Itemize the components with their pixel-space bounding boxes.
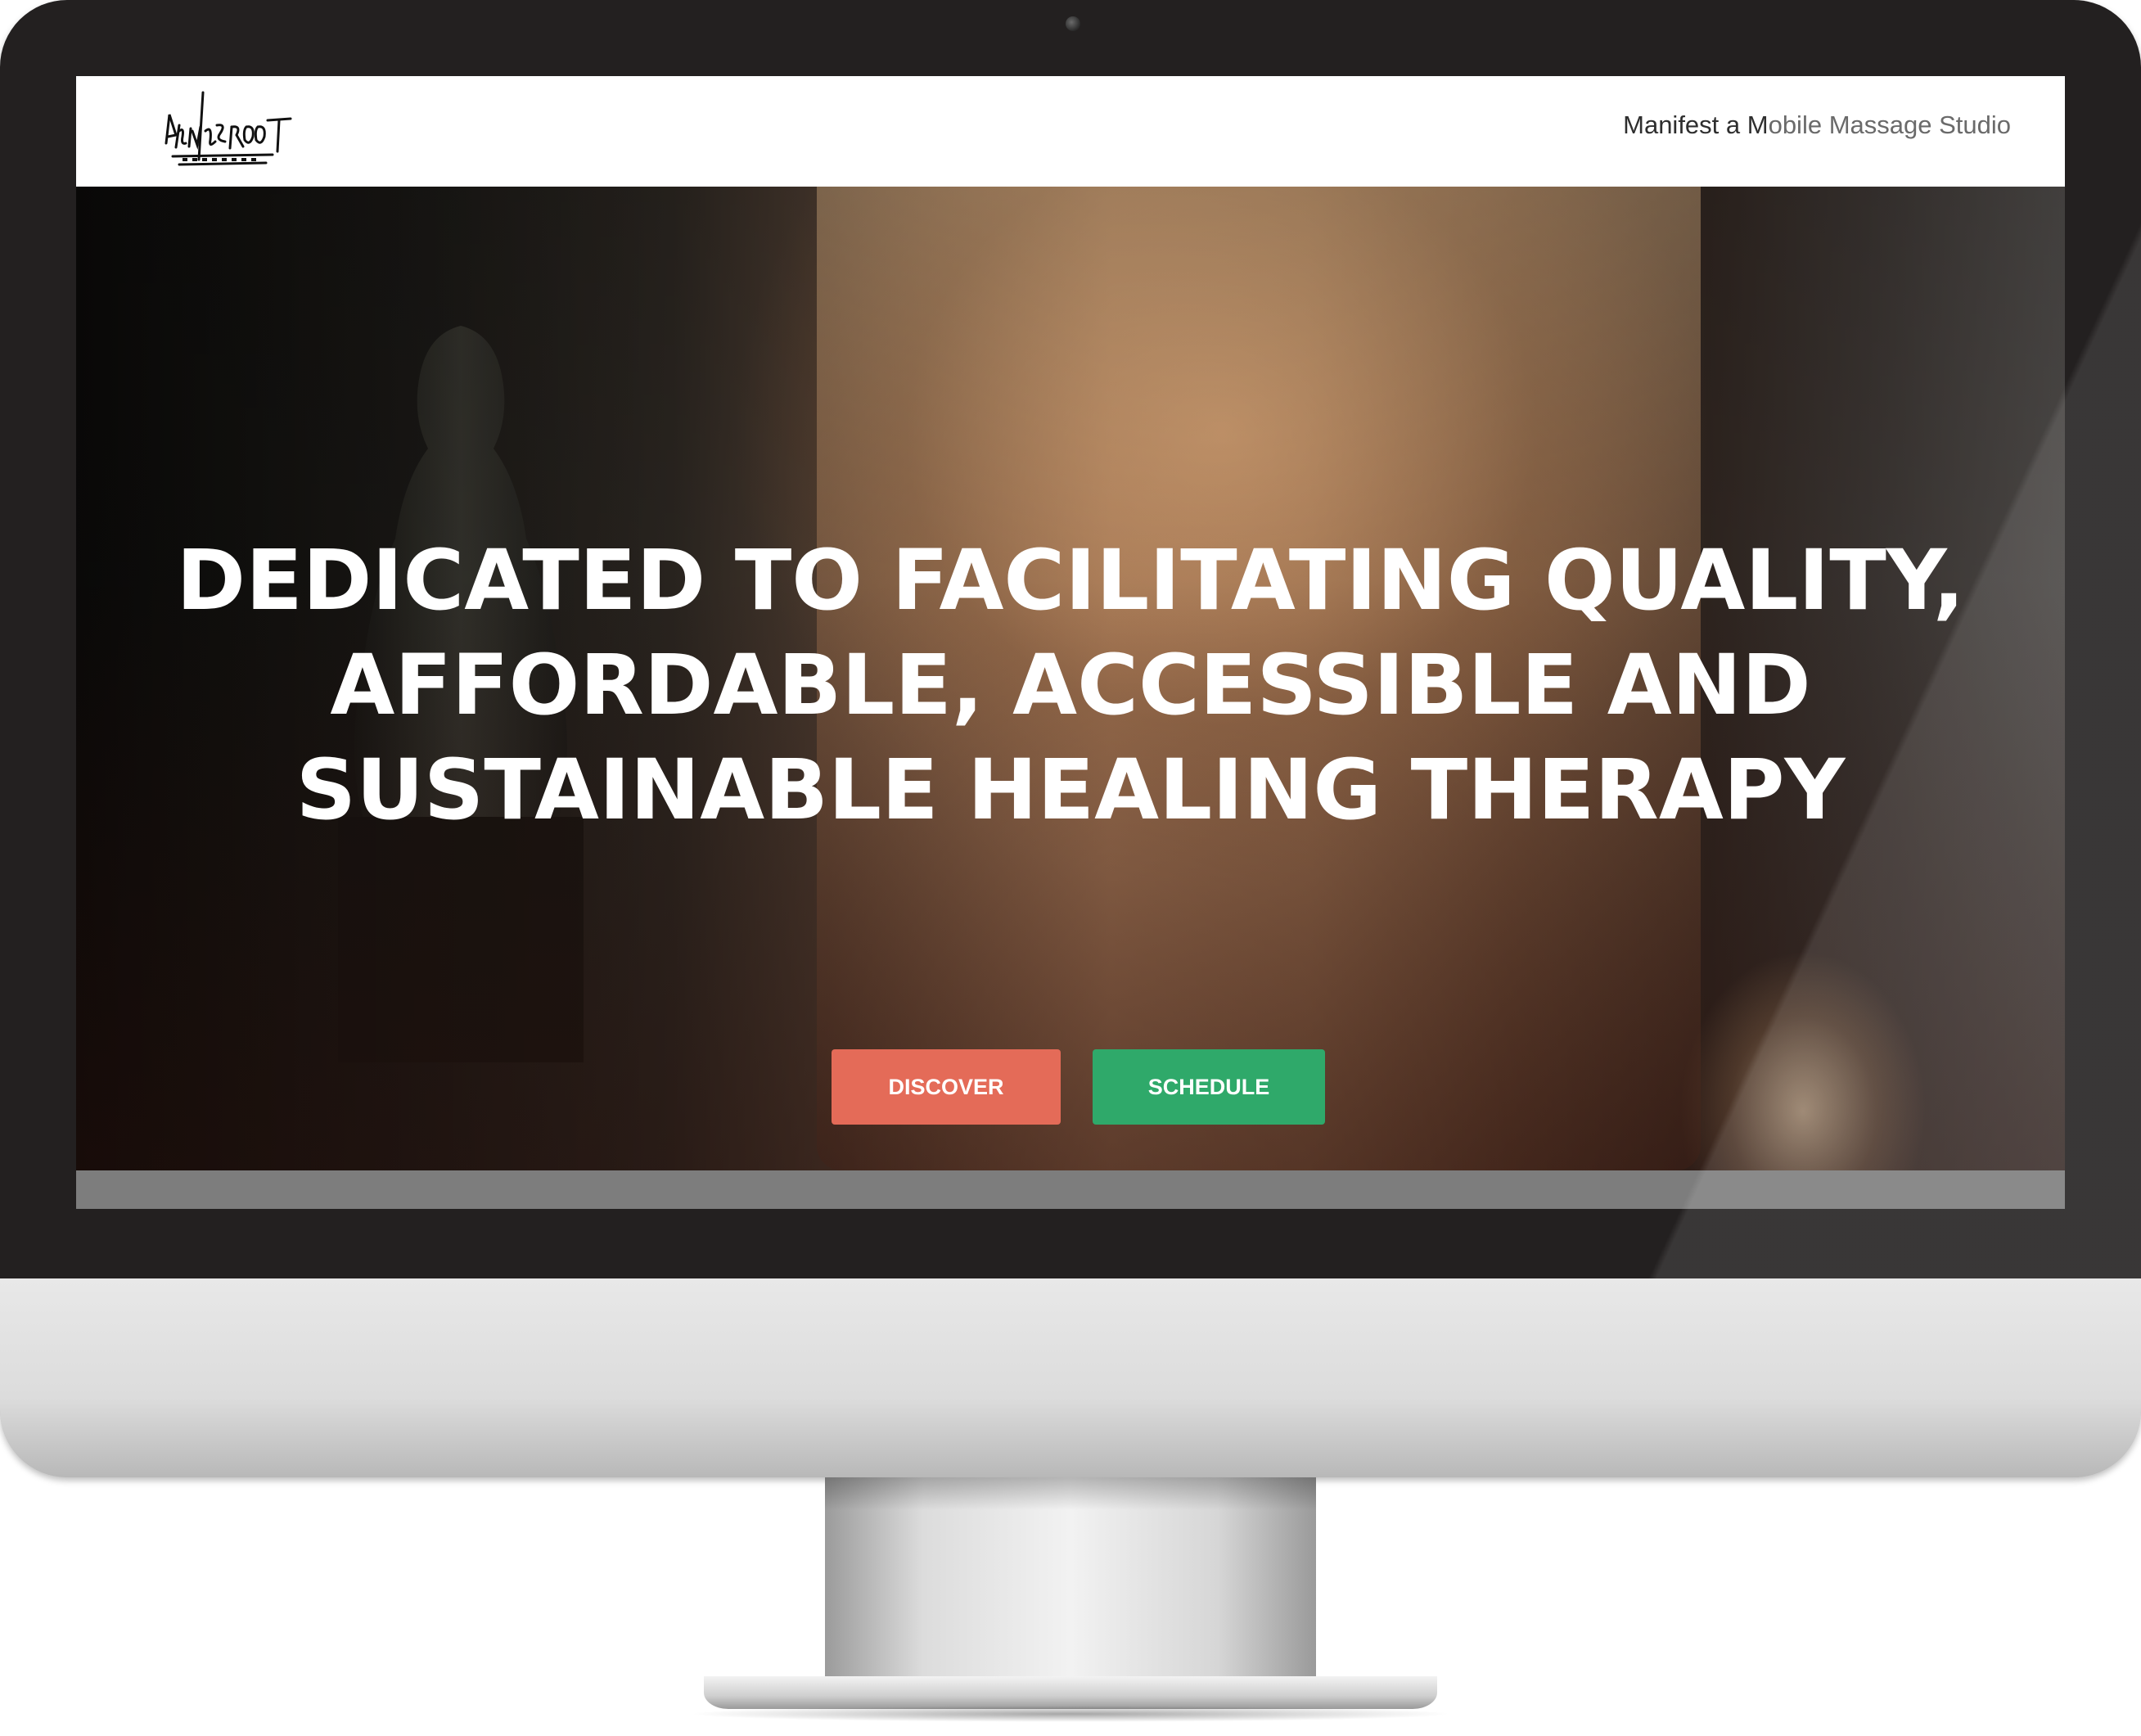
site-header: Manifest a Mobile Massage Studio	[76, 76, 2065, 187]
rhyming-root-logo-icon[interactable]	[158, 86, 293, 178]
camera-icon	[1066, 16, 1080, 31]
stand-base-shadow	[687, 1706, 1454, 1722]
tagline-strong: Manifest a M	[1623, 110, 1769, 139]
discover-button[interactable]: DISCOVER	[832, 1049, 1061, 1125]
header-tagline[interactable]: Manifest a Mobile Massage Studio	[1623, 110, 2011, 140]
monitor-chin	[0, 1278, 2141, 1477]
hero-headline: DEDICATED TO FACILITATING QUALITY, AFFOR…	[76, 529, 2065, 843]
tagline-light: obile Massage Studio	[1768, 110, 2011, 139]
hero-section: DEDICATED TO FACILITATING QUALITY, AFFOR…	[76, 187, 2065, 1170]
headline-line-3: SUSTAINABLE HEALING THERAPY	[295, 742, 1846, 839]
stand-shadow	[825, 1477, 1316, 1510]
monitor: Manifest a Mobile Massage Studio DEDICAT…	[0, 0, 2141, 1477]
screen-bottom-bar	[76, 1170, 2065, 1209]
screen: Manifest a Mobile Massage Studio DEDICAT…	[76, 76, 2065, 1209]
headline-line-2: AFFORDABLE, ACCESSIBLE AND	[330, 637, 1811, 734]
schedule-button[interactable]: SCHEDULE	[1093, 1049, 1325, 1125]
monitor-stand-base	[704, 1676, 1437, 1709]
monitor-bezel: Manifest a Mobile Massage Studio DEDICAT…	[0, 0, 2141, 1278]
headline-line-1: DEDICATED TO FACILITATING QUALITY,	[176, 532, 1965, 629]
